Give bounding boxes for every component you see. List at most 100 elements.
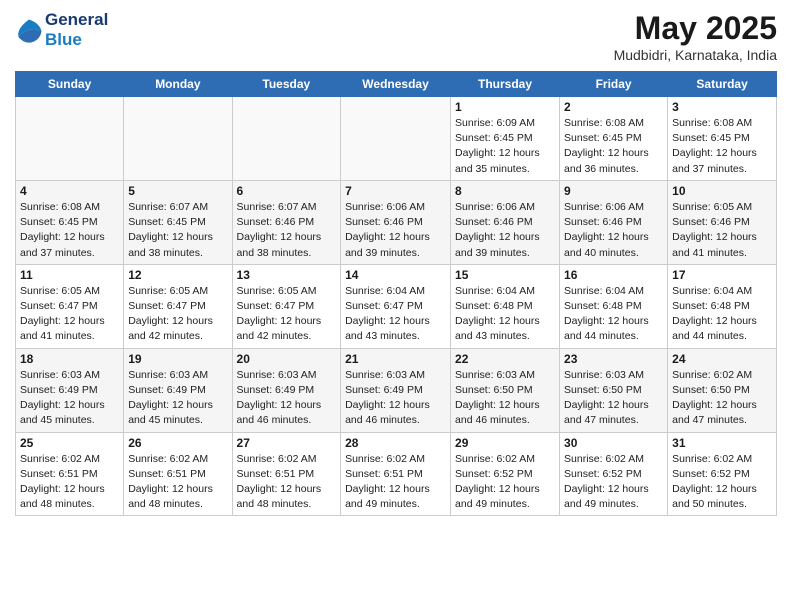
table-row: 2 Sunrise: 6:08 AM Sunset: 6:45 PM Daylig… [560, 97, 668, 181]
table-row: 6 Sunrise: 6:07 AM Sunset: 6:46 PM Daylig… [232, 180, 341, 264]
header: General Blue May 2025 Mudbidri, Karnatak… [15, 10, 777, 63]
day-info: Sunrise: 6:08 AM Sunset: 6:45 PM Dayligh… [20, 200, 119, 261]
day-info: Sunrise: 6:08 AM Sunset: 6:45 PM Dayligh… [564, 116, 663, 177]
day-info: Sunrise: 6:05 AM Sunset: 6:47 PM Dayligh… [128, 284, 227, 345]
day-info: Sunrise: 6:05 AM Sunset: 6:46 PM Dayligh… [672, 200, 772, 261]
day-number: 20 [237, 352, 337, 366]
table-row: 24Sunrise: 6:02 AM Sunset: 6:50 PM Dayli… [668, 348, 777, 432]
day-info: Sunrise: 6:02 AM Sunset: 6:51 PM Dayligh… [345, 452, 446, 513]
table-row: 5Sunrise: 6:07 AM Sunset: 6:45 PM Daylig… [124, 180, 232, 264]
day-number: 21 [345, 352, 446, 366]
table-row: 3Sunrise: 6:08 AM Sunset: 6:45 PM Daylig… [668, 97, 777, 181]
day-info: Sunrise: 6:04 AM Sunset: 6:48 PM Dayligh… [455, 284, 555, 345]
table-row: 15 Sunrise: 6:04 AM Sunset: 6:48 PM Dayli… [451, 264, 560, 348]
day-number: 10 [672, 184, 772, 198]
table-row: 7 Sunrise: 6:06 AM Sunset: 6:46 PM Daylig… [341, 180, 451, 264]
day-info: Sunrise: 6:03 AM Sunset: 6:50 PM Dayligh… [564, 368, 663, 429]
day-number: 7 [345, 184, 446, 198]
day-info: Sunrise: 6:03 AM Sunset: 6:49 PM Dayligh… [20, 368, 119, 429]
day-info: Sunrise: 6:07 AM Sunset: 6:46 PM Dayligh… [237, 200, 337, 261]
day-info: Sunrise: 6:02 AM Sunset: 6:51 PM Dayligh… [237, 452, 337, 513]
title-block: May 2025 Mudbidri, Karnataka, India [614, 10, 777, 63]
table-row: 20 Sunrise: 6:03 AM Sunset: 6:49 PM Dayli… [232, 348, 341, 432]
col-saturday: Saturday [668, 72, 777, 97]
table-row [16, 97, 124, 181]
col-wednesday: Wednesday [341, 72, 451, 97]
day-number: 2 [564, 100, 663, 114]
table-row: 16 Sunrise: 6:04 AM Sunset: 6:48 PM Dayli… [560, 264, 668, 348]
location: Mudbidri, Karnataka, India [614, 47, 777, 63]
day-info: Sunrise: 6:06 AM Sunset: 6:46 PM Dayligh… [345, 200, 446, 261]
table-row: 9 Sunrise: 6:06 AM Sunset: 6:46 PM Daylig… [560, 180, 668, 264]
day-number: 26 [128, 436, 227, 450]
day-number: 22 [455, 352, 555, 366]
day-number: 6 [237, 184, 337, 198]
day-number: 9 [564, 184, 663, 198]
table-row: 13Sunrise: 6:05 AM Sunset: 6:47 PM Dayli… [232, 264, 341, 348]
table-row: 14 Sunrise: 6:04 AM Sunset: 6:47 PM Dayli… [341, 264, 451, 348]
day-info: Sunrise: 6:08 AM Sunset: 6:45 PM Dayligh… [672, 116, 772, 177]
day-number: 29 [455, 436, 555, 450]
day-number: 11 [20, 268, 119, 282]
day-number: 27 [237, 436, 337, 450]
day-info: Sunrise: 6:03 AM Sunset: 6:49 PM Dayligh… [128, 368, 227, 429]
table-row: 11 Sunrise: 6:05 AM Sunset: 6:47 PM Dayli… [16, 264, 124, 348]
logo-text: General Blue [45, 10, 108, 50]
day-info: Sunrise: 6:04 AM Sunset: 6:48 PM Dayligh… [564, 284, 663, 345]
table-row: 18 Sunrise: 6:03 AM Sunset: 6:49 PM Dayli… [16, 348, 124, 432]
table-row: 1 Sunrise: 6:09 AM Sunset: 6:45 PM Daylig… [451, 97, 560, 181]
month-title: May 2025 [614, 10, 777, 47]
table-row: 8Sunrise: 6:06 AM Sunset: 6:46 PM Daylig… [451, 180, 560, 264]
day-number: 15 [455, 268, 555, 282]
day-number: 16 [564, 268, 663, 282]
day-number: 17 [672, 268, 772, 282]
table-row: 12 Sunrise: 6:05 AM Sunset: 6:47 PM Dayli… [124, 264, 232, 348]
col-monday: Monday [124, 72, 232, 97]
table-row: 21 Sunrise: 6:03 AM Sunset: 6:49 PM Dayli… [341, 348, 451, 432]
day-number: 12 [128, 268, 227, 282]
calendar-table: Sunday Monday Tuesday Wednesday Thursday… [15, 71, 777, 516]
table-row [232, 97, 341, 181]
table-row: 31Sunrise: 6:02 AM Sunset: 6:52 PM Dayli… [668, 432, 777, 516]
day-number: 13 [237, 268, 337, 282]
table-row: 30Sunrise: 6:02 AM Sunset: 6:52 PM Dayli… [560, 432, 668, 516]
day-number: 25 [20, 436, 119, 450]
table-row [341, 97, 451, 181]
col-sunday: Sunday [16, 72, 124, 97]
day-info: Sunrise: 6:05 AM Sunset: 6:47 PM Dayligh… [20, 284, 119, 345]
day-number: 5 [128, 184, 227, 198]
day-number: 18 [20, 352, 119, 366]
day-info: Sunrise: 6:02 AM Sunset: 6:51 PM Dayligh… [20, 452, 119, 513]
table-row: 29 Sunrise: 6:02 AM Sunset: 6:52 PM Dayli… [451, 432, 560, 516]
table-row: 19 Sunrise: 6:03 AM Sunset: 6:49 PM Dayli… [124, 348, 232, 432]
logo-icon [15, 16, 43, 44]
table-row: 22Sunrise: 6:03 AM Sunset: 6:50 PM Dayli… [451, 348, 560, 432]
day-number: 23 [564, 352, 663, 366]
day-number: 14 [345, 268, 446, 282]
day-info: Sunrise: 6:09 AM Sunset: 6:45 PM Dayligh… [455, 116, 555, 177]
col-thursday: Thursday [451, 72, 560, 97]
day-info: Sunrise: 6:02 AM Sunset: 6:52 PM Dayligh… [672, 452, 772, 513]
col-tuesday: Tuesday [232, 72, 341, 97]
table-row: 26 Sunrise: 6:02 AM Sunset: 6:51 PM Dayli… [124, 432, 232, 516]
day-number: 8 [455, 184, 555, 198]
day-info: Sunrise: 6:02 AM Sunset: 6:51 PM Dayligh… [128, 452, 227, 513]
table-row: 25 Sunrise: 6:02 AM Sunset: 6:51 PM Dayli… [16, 432, 124, 516]
table-row: 17 Sunrise: 6:04 AM Sunset: 6:48 PM Dayli… [668, 264, 777, 348]
table-row: 10 Sunrise: 6:05 AM Sunset: 6:46 PM Dayli… [668, 180, 777, 264]
table-row [124, 97, 232, 181]
header-row: Sunday Monday Tuesday Wednesday Thursday… [16, 72, 777, 97]
day-number: 28 [345, 436, 446, 450]
table-row: 27 Sunrise: 6:02 AM Sunset: 6:51 PM Dayli… [232, 432, 341, 516]
day-number: 24 [672, 352, 772, 366]
day-info: Sunrise: 6:06 AM Sunset: 6:46 PM Dayligh… [564, 200, 663, 261]
day-number: 4 [20, 184, 119, 198]
day-info: Sunrise: 6:03 AM Sunset: 6:49 PM Dayligh… [237, 368, 337, 429]
day-number: 19 [128, 352, 227, 366]
day-info: Sunrise: 6:03 AM Sunset: 6:49 PM Dayligh… [345, 368, 446, 429]
day-info: Sunrise: 6:04 AM Sunset: 6:48 PM Dayligh… [672, 284, 772, 345]
day-info: Sunrise: 6:02 AM Sunset: 6:52 PM Dayligh… [455, 452, 555, 513]
day-info: Sunrise: 6:02 AM Sunset: 6:52 PM Dayligh… [564, 452, 663, 513]
day-info: Sunrise: 6:04 AM Sunset: 6:47 PM Dayligh… [345, 284, 446, 345]
day-number: 1 [455, 100, 555, 114]
